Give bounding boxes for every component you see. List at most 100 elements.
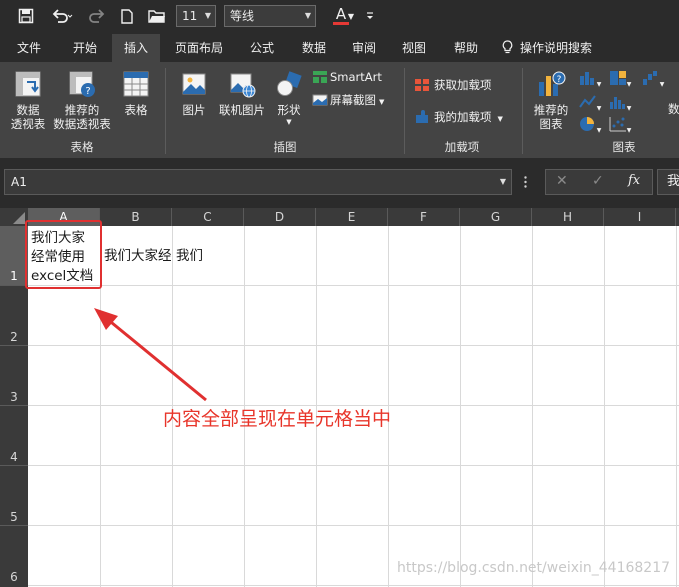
row-number: 6 [10,570,18,584]
tab-home[interactable]: 开始 [60,34,110,62]
group-separator [522,68,523,154]
tab-data[interactable]: 数据 [292,34,336,62]
row-header-3[interactable]: 3 [0,346,28,406]
row-header-6[interactable]: 6 [0,526,28,587]
online-pictures-button[interactable]: 联机图片 [214,70,270,117]
recommended-pivot-button[interactable]: ? 推荐的 数据透视表 [50,70,114,131]
tab-file[interactable]: 文件 [4,34,54,62]
lightbulb-icon [502,34,520,62]
shapes-button[interactable]: 形状 ▼ [272,70,306,127]
column-header-g[interactable]: G [460,208,532,226]
chevron-down-icon: ▼ [204,11,211,20]
hierarchy-chart-button[interactable]: ▼ [606,70,634,92]
formula-input-value: 我 [667,174,679,189]
column-header-h[interactable]: H [532,208,604,226]
grid-line [604,226,605,587]
select-all-corner[interactable] [0,208,28,226]
online-picture-icon [214,70,270,101]
formula-bar-grip-icon [524,176,527,191]
redo-icon[interactable] [84,5,112,27]
name-box-value: A1 [11,175,27,189]
row-number: 5 [10,510,18,524]
chevron-down-icon: ▼ [379,98,385,106]
shapes-label: 形状 [277,103,301,117]
tab-review[interactable]: 审阅 [342,34,386,62]
row-header-2[interactable]: 2 [0,286,28,346]
chevron-down-icon: ▼ [659,81,665,88]
scatter-chart-icon [609,117,627,135]
chevron-down-icon[interactable]: ▼ [346,5,356,27]
pictures-button[interactable]: 图片 [176,70,212,117]
recommended-charts-button[interactable]: ? 推荐的 图表 [528,70,574,131]
my-addins-button[interactable]: 我的加载项 ▼ [414,110,518,127]
tab-view[interactable]: 视图 [392,34,436,62]
statistic-chart-button[interactable]: ▼ [606,94,634,116]
grid-line [676,226,677,587]
watermark: https://blog.csdn.net/weixin_44168217 [397,560,671,576]
pivot-table-button[interactable]: 数据 透视表 [8,70,48,131]
pivot-table-label-1: 数据 [16,103,40,117]
grid-line [460,226,461,587]
tell-me-label: 操作说明搜索 [520,41,593,55]
waterfall-chart-button[interactable]: ▼ [638,70,668,92]
svg-text:?: ? [557,75,562,85]
online-pictures-label: 联机图片 [219,103,265,117]
font-name-select[interactable]: 等线 ▼ [224,5,316,27]
column-header-c[interactable]: C [172,208,244,226]
tab-help[interactable]: 帮助 [444,34,488,62]
column-header-d[interactable]: D [244,208,316,226]
row-header-4[interactable]: 4 [0,406,28,466]
screenshot-button[interactable]: 屏幕截图 ▼ [312,93,400,110]
enter-icon[interactable]: ✓ [592,173,604,189]
chevron-down-icon: ▼ [304,11,311,20]
cell-b1[interactable]: 我们大家经 [104,247,176,267]
save-icon[interactable] [14,5,38,27]
row-header-5[interactable]: 5 [0,466,28,526]
column-chart-button[interactable]: ▼ [576,70,604,92]
line-chart-button[interactable]: ▼ [576,94,604,116]
chevron-down-icon: ▼ [626,105,632,112]
row-number: 4 [10,450,18,464]
new-document-icon[interactable] [118,5,136,27]
smartart-icon [312,70,330,87]
name-box[interactable]: A1 ▼ [4,169,512,195]
pivot-table-label-2: 透视表 [10,117,46,131]
ribbon-tabs: 文件 开始 插入 页面布局 公式 数据 审阅 视图 帮助 操作说明搜索 [0,34,679,62]
chevron-down-icon: ▼ [286,118,292,126]
formula-bar: A1 ▼ ✕ ✓ fx 我 [0,158,679,208]
smartart-label: SmartArt [330,70,382,84]
store-icon [414,78,434,95]
get-addins-button[interactable]: 获取加载项 [414,78,514,95]
insert-function-icon[interactable]: fx [628,173,640,188]
ribbon-insert-panel: 数据 透视表 ? 推荐的 数据透视表 表格 表格 图片 联机图片 形状 ▼ Sm… [0,62,679,158]
grid-line [532,226,533,587]
pivot-table-icon [8,70,48,101]
cell-c1[interactable]: 我们 [176,247,203,266]
recommended-charts-icon: ? [528,70,574,101]
tab-insert[interactable]: 插入 [112,34,160,62]
open-folder-icon[interactable] [146,5,168,27]
column-header-f[interactable]: F [388,208,460,226]
scatter-chart-button[interactable]: ▼ [606,116,634,138]
formula-input[interactable]: 我 [657,169,679,195]
font-size-select[interactable]: 11 ▼ [176,5,216,27]
get-addins-label: 获取加载项 [434,78,492,92]
group-label-illustrations: 插图 [273,140,297,154]
screenshot-icon [312,93,330,110]
tell-me-search[interactable]: 操作说明搜索 [502,34,614,62]
smartart-button[interactable]: SmartArt [312,70,392,87]
column-header-b[interactable]: B [100,208,172,226]
tab-formulas[interactable]: 公式 [240,34,284,62]
row-header-1[interactable]: 1 [0,226,28,286]
picture-icon [176,70,212,101]
chevron-down-icon: ▼ [499,177,506,186]
cancel-icon[interactable]: ✕ [556,173,568,189]
undo-icon[interactable] [48,5,76,27]
column-header-e[interactable]: E [316,208,388,226]
column-header-i[interactable]: I [604,208,676,226]
tab-page-layout[interactable]: 页面布局 [168,34,230,62]
table-button[interactable]: 表格 [116,70,156,117]
customize-toolbar-icon[interactable] [362,5,378,27]
group-label-tables: 表格 [70,140,94,154]
pie-chart-button[interactable]: ▼ [576,116,604,138]
